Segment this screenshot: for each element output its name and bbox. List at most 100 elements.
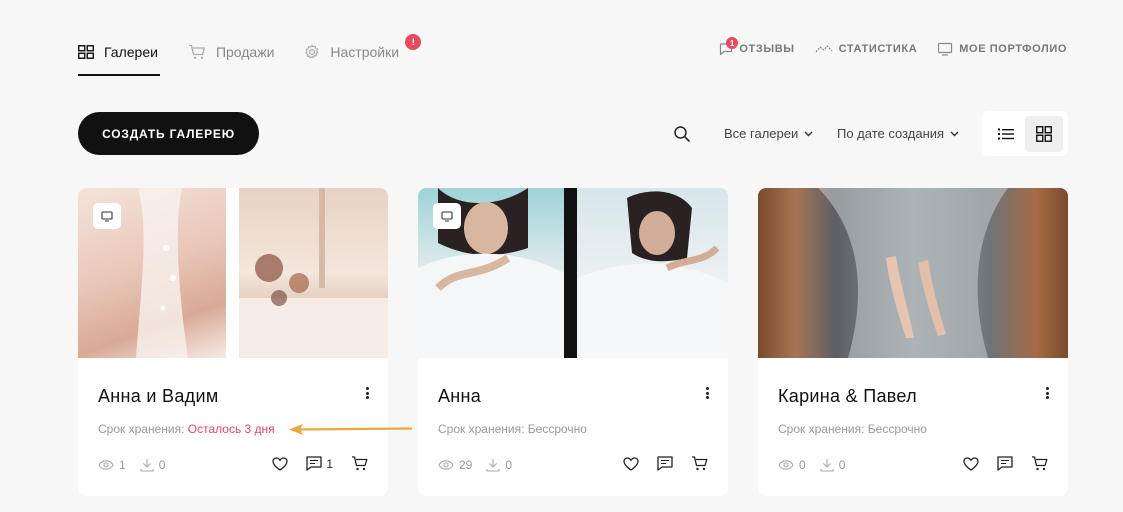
- gallery-cover[interactable]: [78, 188, 388, 358]
- search-icon: [674, 126, 690, 142]
- woman-portrait-photo: [577, 191, 728, 358]
- comment-icon: [997, 456, 1013, 471]
- sort-value: По дате создания: [837, 126, 945, 141]
- storage-label: Срок хранения:: [778, 422, 865, 436]
- portfolio-badge: [433, 203, 461, 229]
- cover-photo: [239, 188, 388, 358]
- tab-galleries[interactable]: Галереи: [78, 40, 160, 76]
- storage-value: Осталось 3 дня: [187, 422, 275, 436]
- cover-photo: [577, 188, 728, 358]
- shoes-on-veil-photo: [818, 188, 1008, 358]
- tab-sales[interactable]: Продажи: [188, 40, 274, 64]
- secondary-nav: 1 ОТЗЫВЫ СТАТИСТИКА МОЕ ПОРТФОЛИО: [699, 37, 1067, 56]
- gallery-title[interactable]: Анна и Вадим: [98, 386, 219, 407]
- list-icon: [998, 128, 1014, 139]
- statistics-link[interactable]: СТАТИСТИКА: [815, 43, 918, 55]
- views-stat: 0: [778, 458, 806, 472]
- download-icon: [140, 459, 154, 472]
- heart-icon: [963, 456, 979, 471]
- storage-value: Бессрочно: [867, 422, 927, 436]
- more-options-icon[interactable]: [1042, 385, 1052, 401]
- gallery-cover[interactable]: [418, 188, 728, 358]
- gallery-actions: 1: [254, 456, 368, 471]
- gallery-stats: 0 0: [778, 458, 859, 472]
- chevron-down-icon: [804, 131, 813, 136]
- cart-icon: [188, 44, 205, 59]
- comment-icon: [657, 456, 673, 471]
- reviews-link[interactable]: 1 ОТЗЫВЫ: [719, 37, 795, 56]
- portfolio-link[interactable]: МОЕ ПОРТФОЛИО: [937, 42, 1067, 56]
- download-icon: [820, 459, 834, 472]
- cart-icon: [692, 456, 708, 471]
- storage-label: Срок хранения:: [98, 422, 185, 436]
- annotation-arrow-icon: [289, 424, 413, 435]
- settings-alert-badge: !: [405, 34, 422, 50]
- heart-icon: [623, 456, 639, 471]
- reviews-count-badge: 1: [726, 37, 739, 49]
- comments-button[interactable]: 1: [306, 456, 333, 471]
- storage-info: Срок хранения: Бессрочно: [438, 422, 587, 436]
- gallery-card[interactable]: Анна Срок хранения: Бессрочно 29 0: [418, 188, 728, 496]
- chart-line-icon: [815, 45, 833, 53]
- downloads-stat: 0: [820, 458, 846, 472]
- gallery-cover[interactable]: [758, 188, 1068, 358]
- more-options-icon[interactable]: [362, 385, 372, 401]
- gallery-card[interactable]: Карина & Павел Срок хранения: Бессрочно …: [758, 188, 1068, 496]
- gallery-title[interactable]: Карина & Павел: [778, 386, 917, 407]
- main-nav: Галереи Продажи Настройки !: [78, 34, 429, 76]
- gallery-stats: 29 0: [438, 458, 526, 472]
- sales-button[interactable]: [691, 456, 708, 471]
- search-button[interactable]: [673, 125, 691, 143]
- cover-photo: [758, 188, 1068, 358]
- eye-icon: [438, 460, 454, 470]
- views-count: 1: [119, 458, 126, 472]
- gallery-stats: 1 0: [98, 458, 179, 472]
- bouquet-photo: [239, 188, 388, 358]
- comment-icon: [306, 456, 322, 471]
- gallery-title[interactable]: Анна: [438, 386, 481, 407]
- downloads-count: 0: [838, 458, 846, 472]
- grid-icon: [78, 45, 94, 59]
- tab-settings[interactable]: Настройки !: [304, 34, 422, 64]
- storage-value: Бессрочно: [527, 422, 587, 436]
- eye-icon: [778, 460, 794, 470]
- gallery-filter-dropdown[interactable]: Все галереи: [724, 126, 813, 141]
- storage-info: Срок хранения: Бессрочно: [778, 422, 927, 436]
- tab-sales-label: Продажи: [215, 44, 275, 60]
- monitor-icon: [101, 210, 113, 222]
- gear-icon: [305, 44, 319, 59]
- tab-settings-label: Настройки: [330, 44, 400, 60]
- favorites-button[interactable]: [623, 456, 639, 471]
- downloads-count: 0: [505, 458, 513, 472]
- more-options-icon[interactable]: [702, 385, 712, 401]
- gallery-filter-value: Все галереи: [724, 126, 799, 141]
- gallery-card[interactable]: Анна и Вадим Срок хранения: Осталось 3 д…: [78, 188, 388, 496]
- comments-button[interactable]: [657, 456, 673, 471]
- views-count: 0: [799, 458, 806, 472]
- favorites-button[interactable]: [963, 456, 979, 471]
- reviews-link-label: ОТЗЫВЫ: [739, 43, 795, 55]
- views-stat: 1: [98, 458, 126, 472]
- sales-button[interactable]: [351, 456, 368, 471]
- sort-dropdown[interactable]: По дате создания: [837, 126, 959, 141]
- portfolio-badge: [93, 203, 121, 229]
- gallery-actions: [605, 456, 708, 471]
- comments-count: 1: [326, 456, 333, 471]
- views-count: 29: [459, 458, 473, 472]
- downloads-stat: 0: [486, 458, 512, 472]
- list-view-button[interactable]: [987, 116, 1025, 152]
- cart-icon: [352, 456, 368, 471]
- views-stat: 29: [438, 458, 472, 472]
- grid-icon: [1036, 125, 1052, 142]
- gallery-actions: [945, 456, 1048, 471]
- comments-button[interactable]: [997, 456, 1013, 471]
- statistics-link-label: СТАТИСТИКА: [838, 43, 918, 55]
- downloads-count: 0: [158, 458, 166, 472]
- create-gallery-button[interactable]: СОЗДАТЬ ГАЛЕРЕЮ: [78, 112, 259, 155]
- grid-view-button[interactable]: [1025, 115, 1063, 152]
- portfolio-link-label: МОЕ ПОРТФОЛИО: [959, 43, 1067, 55]
- sales-button[interactable]: [1031, 456, 1048, 471]
- storage-info: Срок хранения: Осталось 3 дня: [98, 422, 275, 436]
- favorites-button[interactable]: [272, 456, 288, 471]
- eye-icon: [98, 460, 114, 470]
